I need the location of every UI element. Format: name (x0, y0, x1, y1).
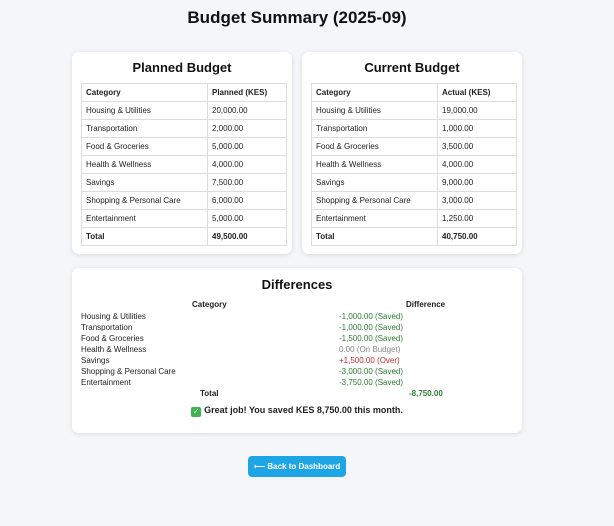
current-budget-card: Current Budget Category Actual (KES) Hou… (302, 52, 522, 254)
amount-cell: 5,000.00 (207, 137, 287, 156)
current-budget-table: Category Actual (KES) Housing & Utilitie… (311, 83, 517, 246)
category-cell: Shopping & Personal Care (311, 191, 438, 210)
current-budget-title: Current Budget (364, 60, 460, 75)
category-cell: Transportation (81, 119, 208, 138)
table-row: Entertainment 1,250.00 (311, 209, 517, 228)
category-label: Transportation (81, 323, 133, 332)
total-label: Total (81, 227, 208, 246)
table-header-row: Category Planned (KES) (81, 83, 287, 102)
category-cell: Transportation (311, 119, 438, 138)
back-to-dashboard-button[interactable]: ⟵ Back to Dashboard (248, 456, 346, 477)
category-label: Entertainment (81, 378, 131, 387)
category-cell: Entertainment (311, 209, 438, 228)
total-amount: 40,750.00 (437, 227, 517, 246)
category-cell: Food & Groceries (311, 137, 438, 156)
column-header-actual: Actual (KES) (437, 83, 517, 102)
category-label: Shopping & Personal Care (81, 367, 176, 376)
difference-value: -1,000.00 (Saved) (339, 323, 404, 332)
table-row: Savings 7,500.00 (81, 173, 287, 192)
amount-cell: 9,000.00 (437, 173, 517, 192)
list-item: Shopping & Personal Care -3,000.00 (Save… (81, 367, 501, 378)
amount-cell: 4,000.00 (207, 155, 287, 174)
planned-budget-table: Category Planned (KES) Housing & Utiliti… (81, 83, 287, 246)
table-row: Health & Wellness 4,000.00 (311, 155, 517, 174)
category-cell: Food & Groceries (81, 137, 208, 156)
category-label: Health & Wellness (81, 345, 147, 354)
amount-cell: 7,500.00 (207, 173, 287, 192)
check-mark-icon: ✓ (191, 407, 202, 417)
amount-cell: 2,000.00 (207, 119, 287, 138)
planned-budget-card: Planned Budget Category Planned (KES) Ho… (72, 52, 292, 254)
category-label: Food & Groceries (81, 334, 144, 343)
total-amount: 49,500.00 (207, 227, 287, 246)
table-row: Shopping & Personal Care 6,000.00 (81, 191, 287, 210)
list-item: Food & Groceries -1,500.00 (Saved) (81, 334, 501, 345)
list-item: Housing & Utilities -1,000.00 (Saved) (81, 312, 501, 323)
table-header-row: Category Actual (KES) (311, 83, 517, 102)
amount-cell: 20,000.00 (207, 101, 287, 120)
category-cell: Savings (311, 173, 438, 192)
difference-value: +1,500.00 (Over) (339, 356, 400, 365)
table-row: Savings 9,000.00 (311, 173, 517, 192)
difference-value: 0.00 (On Budget) (339, 345, 401, 354)
total-row: Total 49,500.00 (81, 227, 287, 246)
table-row: Housing & Utilities 20,000.00 (81, 101, 287, 120)
column-header-difference: Difference (406, 300, 446, 309)
table-row: Transportation 2,000.00 (81, 119, 287, 138)
total-row: Total 40,750.00 (311, 227, 517, 246)
amount-cell: 3,000.00 (437, 191, 517, 210)
table-row: Food & Groceries 5,000.00 (81, 137, 287, 156)
amount-cell: 1,250.00 (437, 209, 517, 228)
difference-value: -1,000.00 (Saved) (339, 312, 404, 321)
difference-value: -3,000.00 (Saved) (339, 367, 404, 376)
list-item: Health & Wellness 0.00 (On Budget) (81, 345, 501, 356)
differences-title: Differences (261, 277, 333, 292)
table-row: Health & Wellness 4,000.00 (81, 155, 287, 174)
planned-budget-title: Planned Budget (132, 60, 232, 75)
column-header-category: Category (81, 83, 208, 102)
category-cell: Housing & Utilities (311, 101, 438, 120)
category-cell: Savings (81, 173, 208, 192)
column-header-category: Category (311, 83, 438, 102)
differences-card: Differences Category Difference Housing … (72, 268, 522, 433)
list-item: Entertainment -3,750.00 (Saved) (81, 378, 501, 389)
amount-cell: 6,000.00 (207, 191, 287, 210)
category-cell: Shopping & Personal Care (81, 191, 208, 210)
difference-value: -1,500.00 (Saved) (339, 334, 404, 343)
list-item: Transportation -1,000.00 (Saved) (81, 323, 501, 334)
table-row: Transportation 1,000.00 (311, 119, 517, 138)
category-label: Housing & Utilities (81, 312, 146, 321)
table-row: Shopping & Personal Care 3,000.00 (311, 191, 517, 210)
page-title: Budget Summary (2025-09) (187, 8, 407, 27)
amount-cell: 4,000.00 (437, 155, 517, 174)
amount-cell: 3,500.00 (437, 137, 517, 156)
column-header-planned: Planned (KES) (207, 83, 287, 102)
category-label: Savings (81, 356, 110, 365)
total-label: Total (200, 389, 219, 398)
difference-value: -3,750.00 (Saved) (339, 378, 404, 387)
category-cell: Entertainment (81, 209, 208, 228)
savings-message-text: Great job! You saved KES 8,750.00 this m… (204, 405, 403, 415)
category-cell: Health & Wellness (311, 155, 438, 174)
savings-message: ✓ Great job! You saved KES 8,750.00 this … (72, 405, 522, 417)
category-cell: Housing & Utilities (81, 101, 208, 120)
category-cell: Health & Wellness (81, 155, 208, 174)
amount-cell: 19,000.00 (437, 101, 517, 120)
table-row: Entertainment 5,000.00 (81, 209, 287, 228)
list-item: Savings +1,500.00 (Over) (81, 356, 501, 367)
column-header-category: Category (192, 300, 227, 309)
amount-cell: 1,000.00 (437, 119, 517, 138)
amount-cell: 5,000.00 (207, 209, 287, 228)
total-label: Total (311, 227, 438, 246)
total-difference: -8,750.00 (409, 389, 443, 398)
table-row: Housing & Utilities 19,000.00 (311, 101, 517, 120)
table-row: Food & Groceries 3,500.00 (311, 137, 517, 156)
